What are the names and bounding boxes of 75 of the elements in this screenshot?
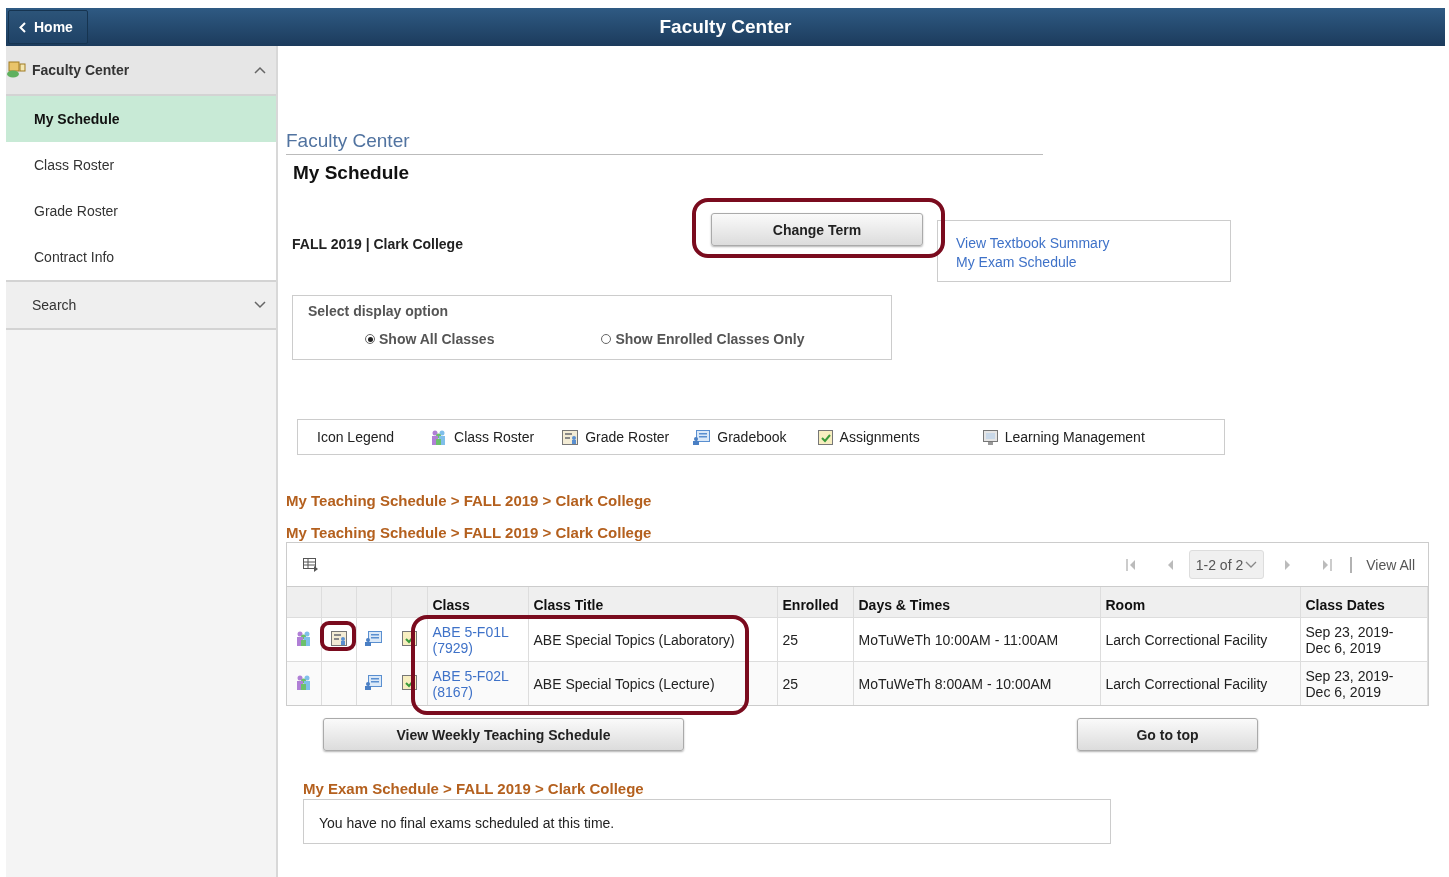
display-option-label: Select display option: [308, 303, 450, 319]
table-cell: 25: [782, 631, 799, 648]
people-icon: [430, 429, 448, 445]
radio-button[interactable]: [365, 334, 375, 344]
legend-item: Gradebook: [693, 429, 787, 445]
table-cell-text: Sep 23, 2019-: [1305, 667, 1395, 684]
sidebar-item[interactable]: Class Roster: [6, 142, 276, 188]
column-header: Room: [1105, 597, 1146, 613]
separator-icon: [1350, 556, 1353, 573]
table-cell: ABE Special Topics (Lecture): [533, 675, 715, 692]
page-selector[interactable]: 1-2 of 2: [1188, 550, 1265, 579]
column-header: Class Dates: [1305, 597, 1385, 613]
radio-option[interactable]: Show All Classes: [365, 331, 495, 347]
table-cell: MoTuWeTh 8:00AM - 10:00AM: [858, 675, 1052, 692]
monitor-icon: [982, 429, 998, 445]
chevron-down-icon: [1245, 560, 1258, 569]
money-calendar-icon: [6, 61, 26, 79]
sidebar-group-header[interactable]: Faculty Center: [6, 46, 276, 96]
checked-page-icon: [817, 429, 833, 445]
table-cell: Larch Correctional Facility: [1105, 675, 1268, 692]
class-link[interactable]: ABE 5-F01L: [432, 623, 523, 640]
table-cell: Larch Correctional Facility: [1105, 631, 1268, 648]
table-cell: ABE Special Topics (Laboratory): [533, 631, 735, 648]
column-header: Class Title: [533, 597, 604, 613]
view-all-link[interactable]: View All: [1366, 556, 1415, 573]
section-heading: My Teaching Schedule > FALL 2019 > Clark College: [286, 524, 653, 541]
roster-sheet-icon: [330, 630, 347, 646]
sidebar-item[interactable]: My Schedule: [6, 96, 276, 142]
column-header: Days & Times: [858, 597, 951, 613]
gradebook-icon: [693, 429, 711, 445]
link[interactable]: View Textbook Summary: [956, 235, 1230, 251]
change-term-button[interactable]: Change Term: [711, 213, 923, 246]
radio-button[interactable]: [601, 334, 612, 344]
table-cell-text: Sep 23, 2019-: [1305, 623, 1395, 640]
exam-message: You have no final exams scheduled at this time.: [303, 799, 1111, 844]
table-cell: 25: [782, 675, 799, 692]
chevron-left-icon: [19, 21, 26, 33]
legend-item: Learning Management: [982, 429, 1145, 445]
column-header: Enrolled: [782, 597, 839, 613]
sidebar-search-header[interactable]: Search: [6, 280, 276, 330]
link[interactable]: My Exam Schedule: [956, 254, 1230, 270]
class-link[interactable]: ABE 5-F02L: [432, 667, 523, 684]
next-page-icon[interactable]: [1284, 558, 1293, 571]
table-cell-text: Dec 6, 2019: [1305, 639, 1382, 656]
sidebar-item[interactable]: Grade Roster: [6, 188, 276, 234]
roster-sheet-icon: [562, 429, 579, 445]
legend-label: Icon Legend: [317, 429, 395, 445]
breadcrumb-title: Faculty Center: [286, 130, 1043, 155]
search-label: Search: [32, 297, 78, 313]
legend-item: Grade Roster: [562, 429, 670, 445]
legend-item: Assignments: [817, 429, 920, 445]
column-header: Class: [432, 597, 470, 613]
radio-option[interactable]: Show Enrolled Classes Only: [601, 331, 805, 347]
gradebook-icon: [365, 630, 382, 646]
page-heading: My Schedule: [293, 162, 411, 184]
grid-settings-icon[interactable]: [303, 557, 319, 572]
go-to-top-button[interactable]: Go to top: [1077, 718, 1258, 751]
page-title: Faculty Center: [659, 16, 792, 37]
table-cell-text: Dec 6, 2019: [1305, 683, 1382, 700]
people-icon: [295, 674, 313, 690]
legend-item: Class Roster: [430, 429, 535, 445]
last-page-icon[interactable]: [1322, 558, 1333, 571]
people-icon: [295, 630, 313, 646]
class-number-link[interactable]: (7929): [432, 639, 523, 656]
section-heading: My Exam Schedule > FALL 2019 > Clark College: [303, 780, 645, 797]
sidebar-group-label: Faculty Center: [32, 62, 131, 78]
weekly-schedule-button[interactable]: View Weekly Teaching Schedule: [323, 718, 684, 751]
gradebook-icon: [365, 674, 382, 690]
table-cell: MoTuWeTh 10:00AM - 11:00AM: [858, 631, 1059, 648]
first-page-icon[interactable]: [1125, 558, 1136, 571]
sidebar-item[interactable]: Contract Info: [6, 234, 276, 280]
term-label: FALL 2019 | Clark College: [292, 236, 464, 254]
home-button[interactable]: Home: [8, 10, 88, 44]
section-heading: My Teaching Schedule > FALL 2019 > Clark College: [286, 492, 653, 509]
class-number-link[interactable]: (8167): [432, 683, 523, 700]
